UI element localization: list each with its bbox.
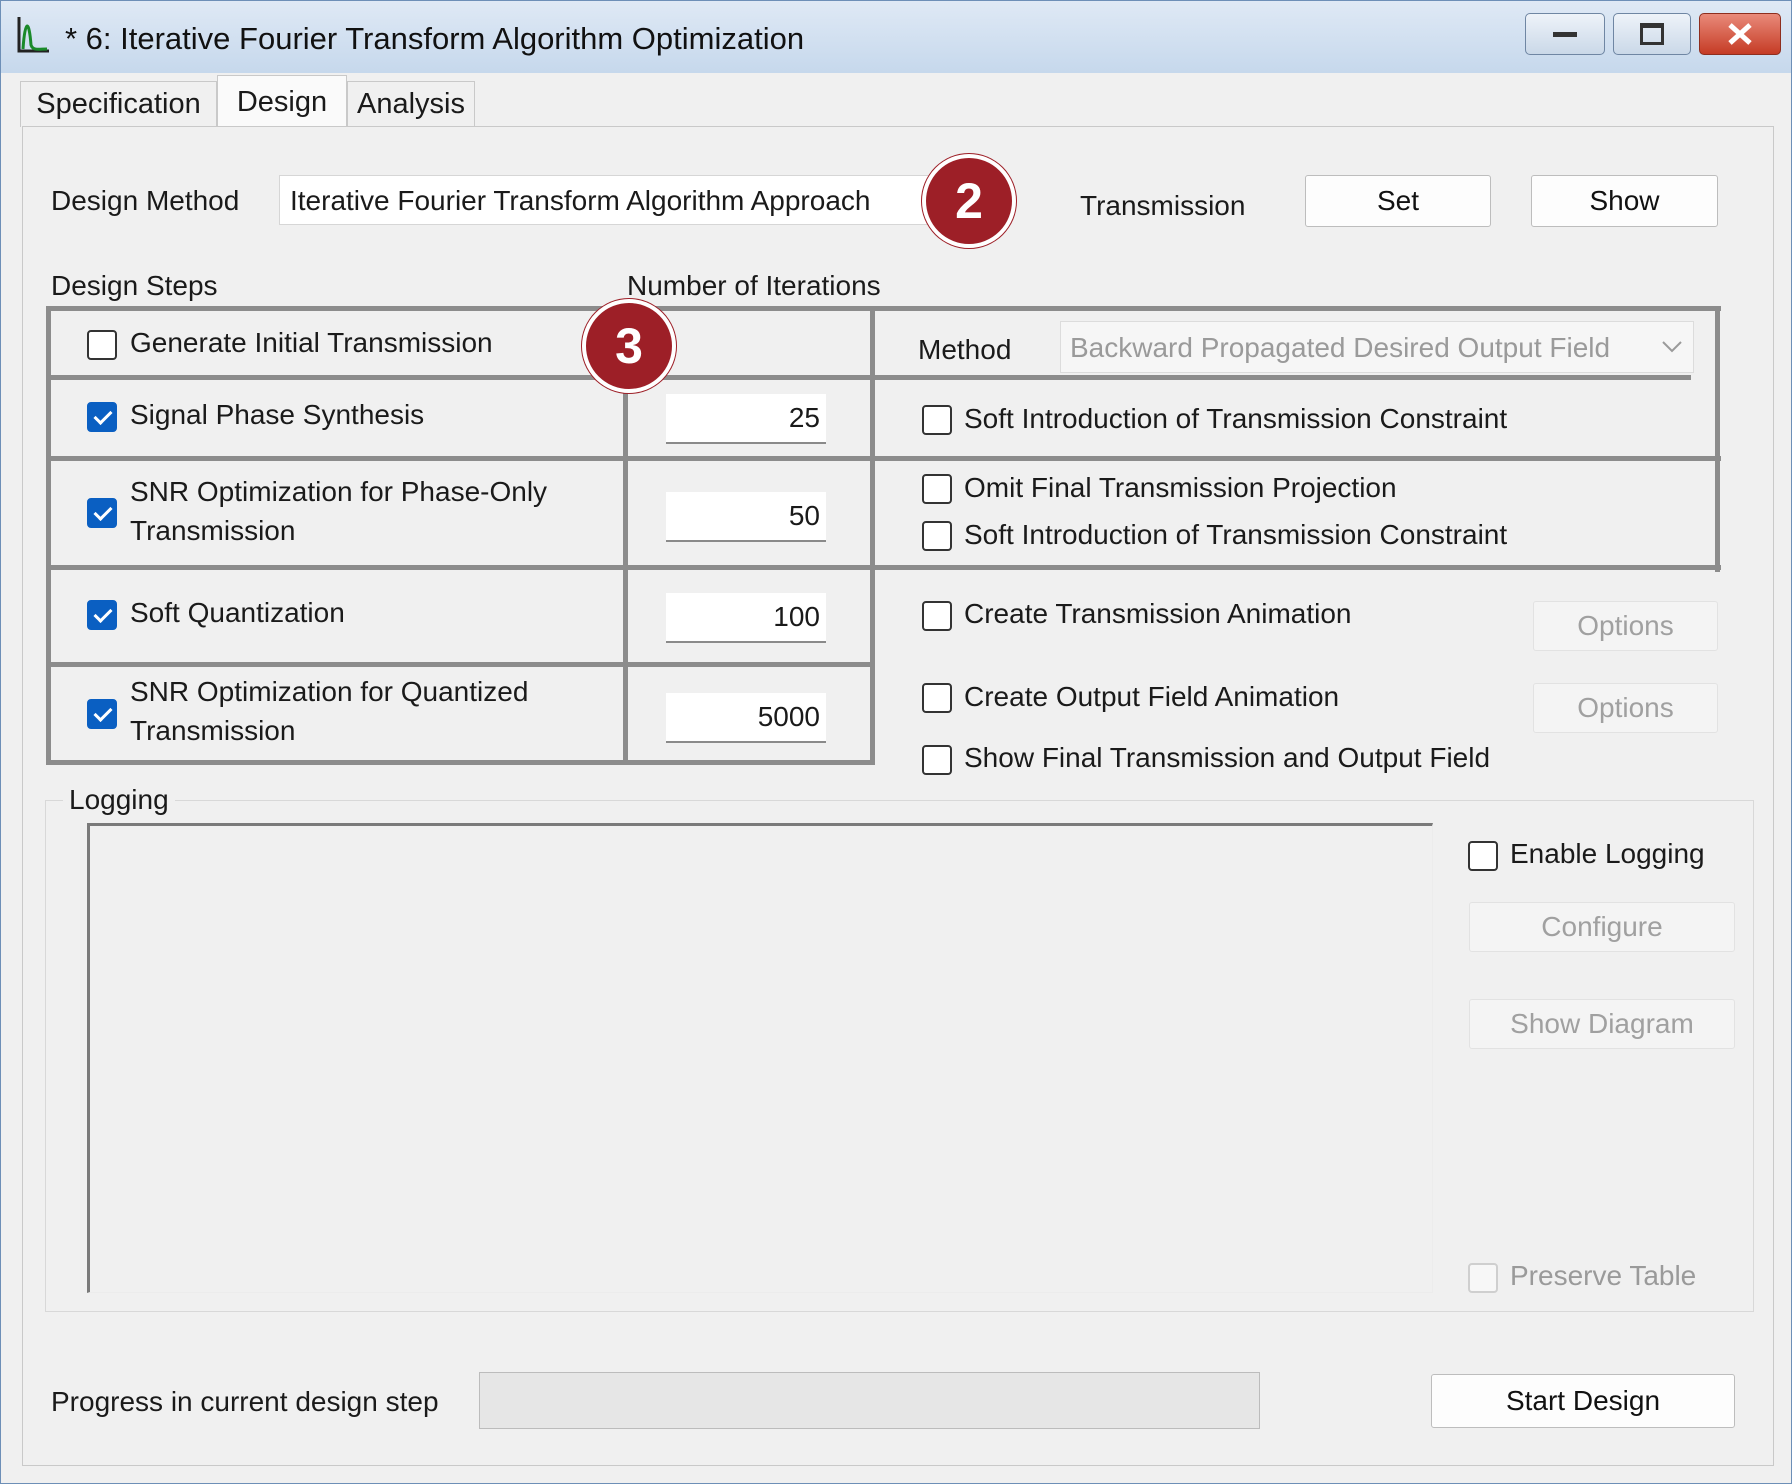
progress-label: Progress in current design step (51, 1386, 439, 1417)
row-divider-3 (46, 565, 1721, 570)
show-final-transmission-checkbox[interactable] (922, 745, 952, 775)
logging-group-label: Logging (63, 784, 175, 816)
create-output-animation-label: Create Output Field Animation (964, 681, 1340, 712)
soft-intro-constraint-2-checkbox[interactable] (922, 521, 952, 551)
output-animation-options-button[interactable]: Options (1533, 683, 1718, 733)
design-method-value: Iterative Fourier Transform Algorithm Ap… (290, 185, 871, 216)
transmission-set-button[interactable]: Set (1305, 175, 1491, 227)
table-border-right (1715, 306, 1720, 572)
table-divider-steps (623, 378, 628, 765)
annotation-badge-3: 3 (582, 299, 676, 393)
step-snr-quantized-label-1: SNR Optimization for Quantized (130, 676, 529, 707)
method-label: Method (918, 334, 1012, 365)
step-soft-quantization-checkbox[interactable] (87, 600, 117, 630)
restore-icon (1640, 23, 1664, 45)
create-transmission-animation-checkbox[interactable] (922, 601, 952, 631)
design-method-field[interactable]: Iterative Fourier Transform Algorithm Ap… (279, 175, 931, 225)
iterations-signal-phase-input[interactable]: 25 (666, 394, 826, 444)
row-divider-1 (46, 375, 872, 380)
transmission-animation-options-button[interactable]: Options (1533, 601, 1718, 651)
preserve-table-label: Preserve Table (1510, 1260, 1697, 1291)
method-dropdown[interactable]: Backward Propagated Desired Output Field (1060, 321, 1694, 373)
logging-output-area[interactable] (87, 823, 1433, 1293)
show-diagram-button[interactable]: Show Diagram (1469, 999, 1735, 1049)
transmission-show-button[interactable]: Show (1531, 175, 1718, 227)
enable-logging-label: Enable Logging (1510, 838, 1705, 869)
soft-intro-constraint-1-checkbox[interactable] (922, 405, 952, 435)
soft-intro-constraint-1-label: Soft Introduction of Transmission Constr… (964, 403, 1508, 434)
step-snr-phase-only-label-1: SNR Optimization for Phase-Only (130, 476, 548, 507)
start-design-button[interactable]: Start Design (1431, 1374, 1735, 1428)
app-icon (17, 17, 49, 53)
method-dropdown-value: Backward Propagated Desired Output Field (1070, 332, 1611, 363)
iterations-snr-quantized-input[interactable]: 5000 (666, 693, 826, 743)
minimize-button[interactable] (1525, 13, 1605, 55)
maximize-button[interactable] (1613, 13, 1691, 55)
annotation-badge-2: 2 (922, 154, 1016, 248)
omit-final-projection-checkbox[interactable] (922, 474, 952, 504)
table-border-bottom (46, 760, 875, 765)
transmission-label: Transmission (1080, 190, 1246, 221)
step-generate-initial-label: Generate Initial Transmission (130, 327, 493, 358)
tab-design[interactable]: Design (217, 75, 347, 129)
iterations-header: Number of Iterations (627, 270, 881, 301)
design-method-label: Design Method (51, 185, 240, 216)
create-output-animation-checkbox[interactable] (922, 683, 952, 713)
create-transmission-animation-label: Create Transmission Animation (964, 598, 1352, 629)
step-signal-phase-checkbox[interactable] (87, 402, 117, 432)
dialog-window: * 6: Iterative Fourier Transform Algorit… (0, 0, 1792, 1484)
row-divider-1-options (875, 375, 1691, 380)
window-title: * 6: Iterative Fourier Transform Algorit… (65, 21, 805, 56)
step-signal-phase-label: Signal Phase Synthesis (130, 399, 425, 430)
close-icon (1728, 23, 1752, 45)
configure-button[interactable]: Configure (1469, 902, 1735, 952)
row-divider-4 (46, 662, 872, 667)
design-steps-header: Design Steps (51, 270, 218, 301)
tab-analysis[interactable]: Analysis (347, 81, 475, 127)
iterations-snr-phase-only-input[interactable]: 50 (666, 492, 826, 542)
progress-bar (479, 1372, 1260, 1429)
iterations-soft-quantization-input[interactable]: 100 (666, 593, 826, 643)
step-snr-phase-only-checkbox[interactable] (87, 498, 117, 528)
soft-intro-constraint-2-label: Soft Introduction of Transmission Constr… (964, 519, 1508, 550)
show-final-transmission-label: Show Final Transmission and Output Field (964, 742, 1491, 773)
chevron-down-icon (1662, 341, 1682, 353)
step-snr-quantized-label-2: Transmission (130, 715, 296, 746)
close-button[interactable] (1699, 13, 1781, 55)
preserve-table-checkbox[interactable] (1468, 1263, 1498, 1293)
tab-specification[interactable]: Specification (20, 81, 217, 127)
step-snr-phase-only-label-2: Transmission (130, 515, 296, 546)
step-generate-initial-checkbox[interactable] (87, 330, 117, 360)
enable-logging-checkbox[interactable] (1468, 841, 1498, 871)
table-border-top (46, 306, 1721, 311)
title-bar[interactable]: * 6: Iterative Fourier Transform Algorit… (1, 1, 1791, 73)
omit-final-projection-label: Omit Final Transmission Projection (964, 472, 1397, 503)
step-soft-quantization-label: Soft Quantization (130, 597, 345, 628)
row-divider-2 (46, 456, 1721, 461)
minimize-icon (1553, 31, 1577, 37)
step-snr-quantized-checkbox[interactable] (87, 699, 117, 729)
